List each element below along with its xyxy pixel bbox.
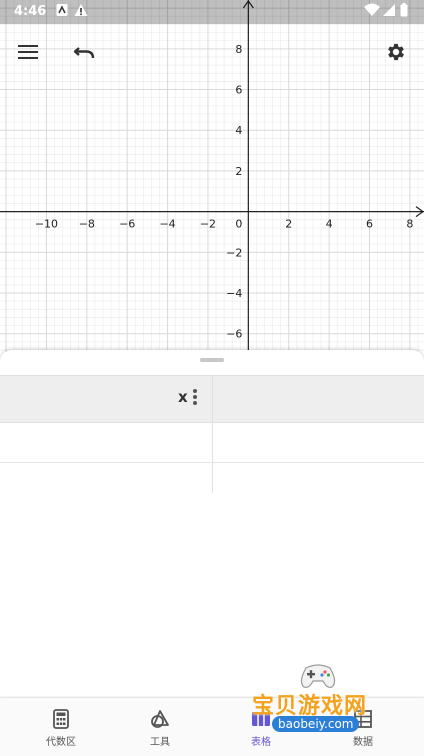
x-tick-label: −2: [200, 218, 216, 231]
status-time: 4:46: [14, 4, 47, 19]
table-cell-y-1[interactable]: [213, 422, 424, 462]
notification-icon: [56, 3, 68, 21]
y-tick-label: 4: [235, 124, 242, 137]
menu-button[interactable]: [10, 34, 46, 70]
x-tick-label: 8: [406, 218, 413, 231]
nav-tools[interactable]: 工具: [107, 698, 213, 756]
nav-table-label: 表格: [251, 737, 271, 748]
column-options-button[interactable]: [191, 387, 199, 409]
y-tick-label: 8: [235, 43, 242, 56]
warning-icon: [74, 3, 88, 21]
x-tick-label: 2: [285, 218, 292, 231]
drag-handle[interactable]: [200, 358, 224, 362]
x-tick-label: −8: [79, 218, 95, 231]
undo-button[interactable]: [66, 34, 102, 70]
y-tick-label: −6: [226, 328, 242, 341]
battery-icon: [400, 3, 408, 21]
column-divider: [212, 376, 213, 422]
undo-icon: [73, 47, 95, 59]
column-header-x: x: [178, 388, 188, 406]
graph-canvas[interactable]: −10 −8 −6 −4 −2 2 4 6 8 8 6 4 2 −2 −4 −6 0: [0, 0, 424, 352]
y-tick-label: −4: [226, 287, 242, 300]
x-tick-label: −6: [119, 218, 135, 231]
nav-data-label: 数据: [353, 737, 373, 748]
more-vert-icon-dot: [193, 395, 197, 399]
nav-algebra[interactable]: 代数区: [8, 698, 114, 756]
table-sheet: x: [0, 350, 424, 696]
gear-icon: [388, 43, 404, 61]
nav-table[interactable]: 表格: [208, 698, 314, 756]
x-tick-label: −4: [159, 218, 175, 231]
nav-tools-label: 工具: [150, 737, 170, 748]
spreadsheet-icon: [354, 710, 372, 728]
tools-shapes-icon: [151, 710, 169, 728]
nav-algebra-label: 代数区: [46, 737, 76, 748]
y-tick-label: −2: [226, 246, 242, 259]
y-tick-label: 6: [235, 84, 242, 97]
wifi-icon: [364, 3, 380, 21]
table-cell-x-1[interactable]: [0, 422, 212, 462]
signal-icon: [382, 3, 396, 21]
origin-label: 0: [235, 218, 242, 231]
bottom-navigation: 代数区 工具 表格 数据: [0, 697, 424, 756]
x-tick-label: 6: [366, 218, 373, 231]
nav-data[interactable]: 数据: [310, 698, 416, 756]
settings-button[interactable]: [378, 34, 414, 70]
table-header-row: x: [0, 375, 424, 423]
table-row-divider: [0, 462, 424, 463]
y-tick-label: 2: [235, 165, 242, 178]
table-icon: [252, 712, 270, 726]
status-bar: 4:46: [0, 0, 424, 24]
more-vert-icon: [193, 389, 197, 393]
more-vert-icon-dot: [193, 401, 197, 405]
x-tick-label: 4: [326, 218, 333, 231]
hamburger-menu-icon: [18, 45, 38, 59]
x-tick-label: −10: [35, 218, 58, 231]
calculator-icon: [53, 709, 69, 729]
